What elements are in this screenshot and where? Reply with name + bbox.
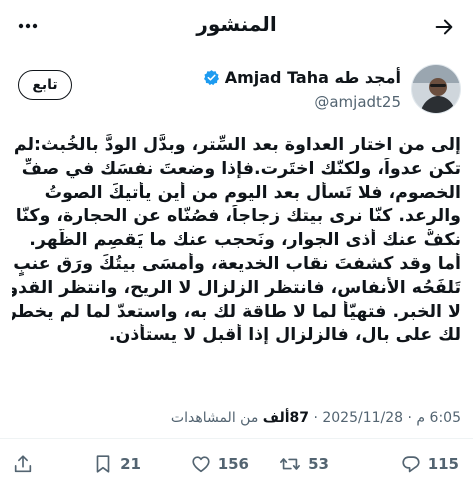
post-text: إلى من اختار العداوة بعد السِّتر، وبدَّل… [12, 134, 461, 348]
meta-separator: · [407, 410, 412, 426]
post-date[interactable]: 2025/11/28 [322, 410, 403, 426]
reply-count: 115 [427, 455, 459, 473]
post-line: إلى من اختار العداوة بعد السِّتر، وبدَّل… [13, 135, 461, 155]
views-label: من المشاهدات [170, 410, 259, 426]
divider [0, 438, 473, 439]
post-line: أما وقد كشفتَ نقاب الخديعة، وأمسَى بيتُك… [13, 253, 461, 274]
author-block: أمجد طه Amjad Taha @amjadt25 [203, 68, 401, 111]
share-button[interactable] [12, 446, 34, 482]
bookmark-count: 21 [120, 455, 141, 473]
display-name[interactable]: أمجد طه Amjad Taha [225, 68, 401, 87]
more-dots-icon [18, 23, 38, 29]
meta-separator: · [313, 410, 318, 426]
reply-button[interactable]: 115 [400, 446, 459, 482]
repost-button[interactable]: 53 [278, 446, 329, 482]
action-bar: 115 53 156 21 [0, 446, 473, 482]
repost-count: 53 [308, 455, 329, 473]
page-title: المنشور [196, 12, 277, 36]
bookmark-icon [96, 455, 110, 473]
post-line: تكن عدواً، ولكنّك اختَرت.فإذا وضعتَ نفسَ… [21, 158, 461, 179]
follow-button[interactable]: تابع [18, 70, 72, 100]
share-icon [14, 455, 32, 473]
post-line: والرعد. كنّا نرى بيتك زجاجاً، فصُنّاه عن… [15, 206, 461, 227]
post-meta: 6:05 م · 2025/11/28 · 87ألف من المشاهدات [171, 410, 461, 426]
avatar-image [412, 65, 460, 113]
more-button[interactable] [16, 14, 40, 38]
like-button[interactable]: 156 [190, 446, 249, 482]
post-line: لا الخبر. فتهيّأ لما لا طاقة لك به، واست… [12, 301, 461, 322]
post-line: لك على بال، فالزلزال إذا أقبل لا يستأذن. [108, 325, 461, 346]
post-line: نكفُّ عنك أذى الجوار، ونَحجب عنك ما يَقص… [29, 230, 461, 251]
avatar[interactable] [411, 64, 461, 114]
heart-icon [192, 456, 210, 473]
post-time[interactable]: 6:05 م [416, 410, 461, 426]
views-count: 87ألف [262, 410, 309, 426]
verified-badge-icon [203, 70, 219, 86]
like-count: 156 [217, 455, 249, 473]
post-line: تَلفَحُه الأنفاس، فانتظر الزلزال لا الري… [12, 277, 461, 298]
author-handle[interactable]: @amjadt25 [203, 93, 401, 111]
bookmark-button[interactable]: 21 [92, 446, 141, 482]
reply-icon [402, 456, 420, 473]
post-line: الخصوم، فلا تَسأل بعد اليوم من أين يأتيك… [44, 182, 461, 203]
repost-icon [280, 458, 301, 470]
top-bar: المنشور [0, 0, 473, 52]
